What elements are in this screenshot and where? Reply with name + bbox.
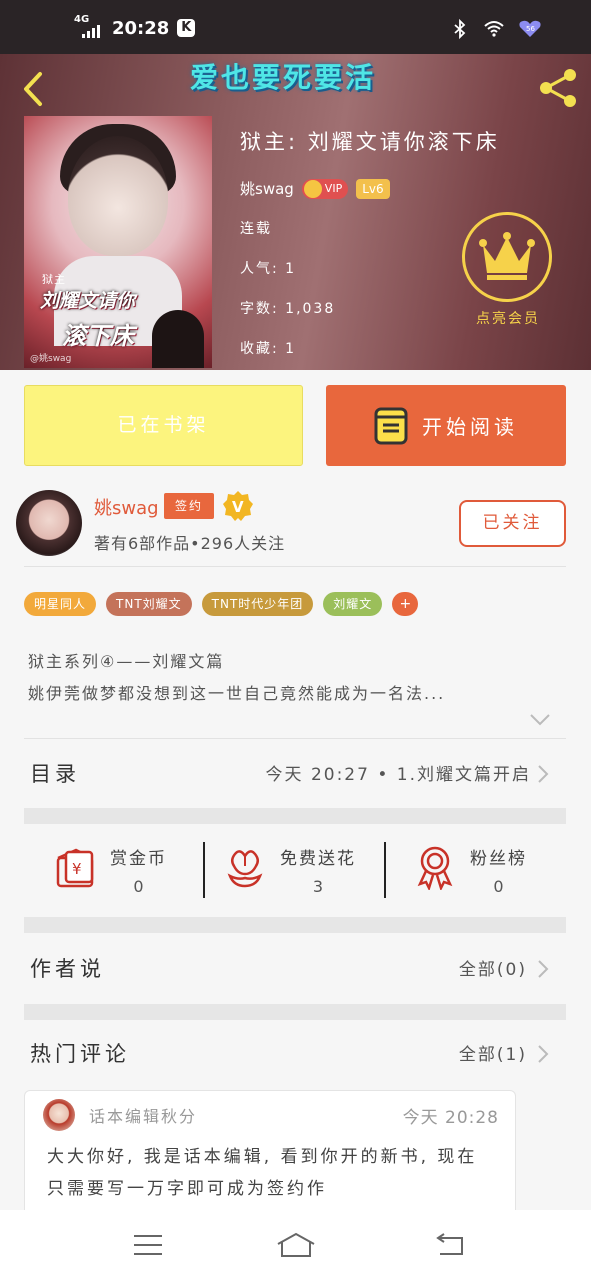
book-popularity: 人气: 1 [240, 261, 297, 277]
status-bar: 4G 20:28 K 56 [0, 0, 591, 54]
section-separator [24, 808, 566, 824]
signal-icon: 4G [74, 14, 104, 40]
comment-time: 今天 20:28 [402, 1108, 499, 1128]
hot-comments-title: 热门评论 [30, 1042, 130, 1066]
wifi-icon [484, 21, 504, 37]
back-icon[interactable] [430, 1230, 470, 1260]
verified-medal-icon: V [223, 491, 253, 521]
book-title: 狱主: 刘耀文请你滚下床 [240, 130, 500, 154]
book-status: 连载 [240, 221, 272, 237]
svg-text:56: 56 [526, 25, 535, 33]
book-word-count: 字数: 1,038 [240, 301, 336, 317]
comment-card[interactable]: 话本编辑秋分 今天 20:28 大大你好, 我是话本编辑, 看到你开的新书, 现… [24, 1090, 516, 1220]
reward-label: 粉丝榜 [470, 849, 527, 869]
battery-heart-icon: 56 [519, 20, 541, 37]
system-nav-bar [0, 1210, 591, 1280]
network-type: 4G [74, 14, 90, 25]
comment-body: 大大你好, 我是话本编辑, 看到你开的新书, 现在只需要写一万字即可成为签约作 [47, 1147, 478, 1199]
svg-text:¥: ¥ [72, 860, 82, 878]
share-icon[interactable] [536, 66, 580, 110]
crown-icon [303, 179, 322, 198]
divider [203, 842, 205, 898]
more-tags-button[interactable]: + [392, 592, 419, 616]
catalog-latest-chapter[interactable]: 今天 20:27 • 1.刘耀文篇开启 [266, 760, 531, 785]
red-envelope-icon: ¥ [56, 848, 94, 888]
book-favorites: 收藏: 1 [240, 341, 297, 357]
cover-title-line2: 滚下床 [62, 322, 134, 350]
author-says-all-link[interactable]: 全部(0) [459, 955, 527, 980]
vip-membership-button[interactable] [462, 212, 552, 302]
chevron-down-icon[interactable] [528, 712, 552, 728]
crown-icon [479, 232, 535, 280]
book-cover[interactable]: 狱主 刘耀文请你 滚下床 @姚swag [24, 116, 212, 368]
cover-title-line1: 刘耀文请你 [40, 290, 136, 312]
start-reading-label: 开始阅读 [422, 415, 518, 439]
followed-button[interactable]: 已关注 [459, 500, 566, 547]
reward-value: 3 [312, 877, 324, 896]
free-flower-reward[interactable]: 免费送花 3 [222, 844, 356, 896]
fan-ranking-reward[interactable]: 粉丝榜 0 [412, 844, 527, 896]
reward-value: 0 [493, 877, 504, 896]
section-separator [24, 917, 566, 933]
divider [24, 738, 566, 739]
hot-comments-all-link[interactable]: 全部(1) [459, 1040, 527, 1065]
author-says-title: 作者说 [30, 957, 105, 981]
book-icon [374, 407, 408, 444]
tag-list: 明星同人 TNT刘耀文 TNT时代少年团 刘耀文 + [24, 592, 419, 616]
tag-chip[interactable]: TNT刘耀文 [106, 592, 192, 616]
svg-text:V: V [232, 498, 244, 516]
chevron-right-icon[interactable] [536, 958, 550, 980]
home-icon[interactable] [274, 1230, 318, 1260]
in-bookshelf-button[interactable]: 已在书架 [24, 385, 303, 466]
reward-value: 0 [133, 877, 144, 896]
app-notification-icon: K [177, 19, 196, 37]
cover-signature: @姚swag [30, 354, 72, 364]
tag-chip[interactable]: 明星同人 [24, 592, 97, 616]
author-name[interactable]: 姚swag [94, 494, 159, 520]
book-author[interactable]: 姚swag [240, 178, 294, 199]
author-avatar[interactable] [16, 490, 82, 556]
section-separator [24, 1004, 566, 1020]
vip-membership-label[interactable]: 点亮会员 [466, 308, 550, 328]
reward-label: 赏金币 [110, 849, 167, 869]
gold-coin-reward[interactable]: ¥ 赏金币 0 [52, 844, 167, 896]
start-reading-button[interactable]: 开始阅读 [326, 385, 566, 466]
description-line-2: 姚伊莞做梦都没想到这一世自己竟然能成为一名法... [28, 684, 446, 703]
commenter-avatar[interactable] [43, 1099, 75, 1131]
vip-badge: VIP [301, 178, 349, 199]
medal-ribbon-icon [417, 846, 453, 890]
clock: 20:28 [112, 17, 170, 39]
bluetooth-icon [454, 18, 466, 40]
signed-badge: 签约 [164, 493, 214, 519]
level-badge: Lv6 [356, 178, 390, 199]
commenter-name[interactable]: 话本编辑秋分 [89, 1103, 197, 1127]
chevron-right-icon[interactable] [536, 763, 550, 785]
chevron-right-icon[interactable] [536, 1043, 550, 1065]
divider [384, 842, 386, 898]
tag-chip[interactable]: 刘耀文 [323, 592, 383, 616]
description-line-1: 狱主系列④——刘耀文篇 [28, 652, 225, 671]
app-title: 爱也要死要活 [190, 61, 377, 94]
catalog-title[interactable]: 目录 [30, 758, 80, 788]
menu-icon[interactable] [128, 1230, 168, 1260]
divider [24, 566, 566, 567]
author-works-summary: 著有6部作品•296人关注 [94, 534, 286, 553]
tag-chip[interactable]: TNT时代少年团 [201, 592, 314, 616]
flower-icon [227, 850, 263, 888]
app-root: 4G 20:28 K 56 爱也要死要活 狱主 刘耀文请你 滚下床 @姚swag… [0, 0, 591, 1280]
reward-label: 免费送花 [280, 849, 356, 869]
back-arrow-icon[interactable] [18, 68, 48, 110]
book-author-line: 姚swag VIP Lv6 [240, 178, 390, 199]
book-hero: 爱也要死要活 狱主 刘耀文请你 滚下床 @姚swag 狱主: 刘耀文请你滚下床 … [0, 54, 591, 370]
